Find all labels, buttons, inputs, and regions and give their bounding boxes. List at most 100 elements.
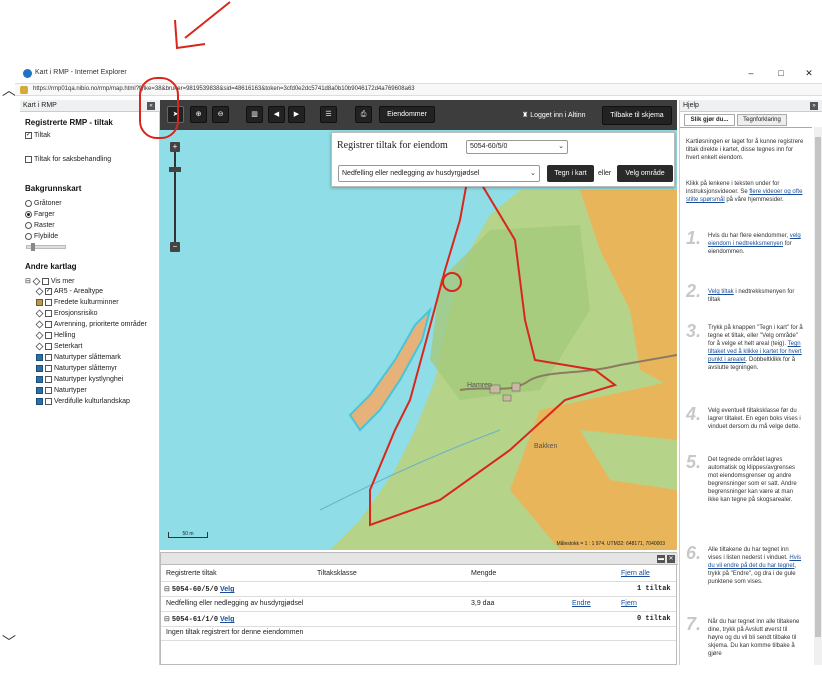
bg-option-farger[interactable]: Farger [25, 211, 55, 218]
layer-group-icon [35, 331, 44, 340]
bg-option-label: Gråtoner [34, 200, 62, 207]
list-icon[interactable]: ☰ [320, 106, 337, 123]
help-text-part: Alle tiltakene du har tegnet inn vises i… [708, 547, 790, 561]
bg-option-flybilde[interactable]: Flybilde [25, 233, 58, 240]
tab-slik-gjor-du[interactable]: Slik gjør du... [684, 114, 735, 126]
layer-group-icon [35, 287, 44, 296]
maximize-button[interactable]: □ [772, 67, 790, 80]
layer-helling[interactable]: Helling [35, 331, 75, 340]
layer-seterkart[interactable]: Seterkart [35, 342, 83, 351]
left-panel: Kart i RMP « Registrerte RMP - tiltak ✓ … [20, 100, 160, 665]
collapse-right-icon[interactable]: » [810, 102, 818, 110]
layer-checkbox[interactable] [41, 277, 49, 285]
step-number: 6. [686, 543, 702, 563]
step-link[interactable]: Velg tiltak [708, 289, 734, 295]
step-text: Det tegnede området lagres automatisk og… [708, 457, 797, 503]
layer-checkbox[interactable] [45, 321, 52, 328]
remove-all-link[interactable]: Fjern alle [621, 570, 650, 577]
saksbehandling-checkbox-row[interactable]: Tiltak for saksbehandling [25, 156, 111, 163]
zoom-minus-icon[interactable]: − [170, 242, 180, 252]
bg-option-label: Farger [34, 211, 55, 218]
minimize-panel-icon[interactable]: ▬ [657, 555, 665, 563]
tab-tegnforklaring[interactable]: Tegnforklaring [737, 114, 787, 126]
layer-checkbox[interactable] [45, 365, 52, 372]
remove-measure-link[interactable]: Fjern [621, 600, 637, 607]
layer-fredete[interactable]: Fredete kulturminner [36, 299, 119, 306]
map-view[interactable]: ➤ ⊕ ⊖ ▥ ◀ ▶ ☰ ⎙ Eiendommer ♜ Logget inn … [160, 100, 677, 550]
group-property: 5054-60/5/0 [171, 586, 219, 594]
close-panel-icon[interactable]: ✕ [667, 555, 675, 563]
back-to-form-button[interactable]: Tilbake til skjema [602, 106, 672, 125]
layer-checkbox[interactable] [45, 299, 52, 306]
help-scrollbar[interactable] [814, 127, 822, 665]
radio-gratoner[interactable] [25, 200, 32, 207]
eiendommer-button[interactable]: Eiendommer [379, 106, 435, 123]
layer-avrenning[interactable]: Avrenning, prioriterte områder [35, 320, 147, 329]
layer-kystlynghei[interactable]: Naturtyper kystlynghei [36, 376, 123, 383]
tree-toggle-icon[interactable]: ⊟ [25, 277, 31, 285]
col-header-klasse: Tiltaksklasse [317, 570, 357, 577]
address-url[interactable]: https://rmp01qa.nibio.no/rmp/map.html?fy… [33, 86, 415, 92]
tiltak-checkbox-row[interactable]: ✓ Tiltak [25, 132, 50, 139]
close-button[interactable]: ✕ [800, 67, 818, 80]
saksbehandling-checkbox[interactable] [25, 156, 32, 163]
help-scroll-thumb[interactable] [815, 137, 821, 637]
layer-group-icon [35, 309, 44, 318]
window-title: Kart i RMP - Internet Explorer [35, 69, 127, 76]
layer-label: Seterkart [54, 343, 83, 350]
select-area-button[interactable]: Velg område [617, 165, 673, 182]
zoom-control[interactable]: + − [169, 142, 181, 252]
print-icon[interactable]: ⎙ [355, 106, 372, 123]
collapse-group-icon[interactable]: ⊟ [164, 616, 170, 623]
zoom-plus-icon[interactable]: + [170, 142, 180, 152]
measure-select[interactable]: Nedfelling eller nedlegging av husdyrgjø… [338, 165, 540, 182]
layer-checkbox[interactable] [45, 343, 52, 350]
layer-checkbox[interactable] [45, 354, 52, 361]
property-select[interactable]: 5054-60/5/0 ⌄ [466, 140, 568, 154]
map-book-icon[interactable]: ▥ [246, 106, 263, 123]
layer-checkbox[interactable] [45, 398, 52, 405]
page-scroll-down-icon[interactable]: ﹀ [2, 632, 16, 652]
slider-knob[interactable] [31, 243, 35, 251]
layer-group-icon [35, 342, 44, 351]
forward-arrow-icon[interactable]: ▶ [288, 106, 305, 123]
map-canvas[interactable] [160, 130, 677, 550]
zoom-in-tool-icon[interactable]: ⊕ [190, 106, 207, 123]
layer-slattemark[interactable]: Naturtyper slåttemark [36, 354, 121, 361]
layer-vis-mer[interactable]: ⊟ Vis mer [25, 277, 74, 285]
layer-checkbox[interactable] [45, 310, 52, 317]
zoom-track[interactable] [174, 152, 176, 242]
address-bar[interactable]: https://rmp01qa.nibio.no/rmp/map.html?fy… [15, 83, 822, 96]
logged-in-text: Logget inn i Altinn [530, 112, 586, 119]
tiltak-label: Tiltak [34, 132, 51, 139]
bg-option-gratoner[interactable]: Gråtoner [25, 200, 62, 207]
layer-checkbox[interactable] [45, 387, 52, 394]
layer-checkbox[interactable]: ✓ [45, 288, 52, 295]
layer-kulturlandskap[interactable]: Verdifulle kulturlandskap [36, 398, 130, 405]
layer-checkbox[interactable] [45, 332, 52, 339]
minimize-button[interactable]: – [742, 67, 760, 80]
radio-farger[interactable] [25, 211, 32, 218]
layer-erosjon[interactable]: Erosjonsrisiko [35, 309, 98, 318]
draw-in-map-button[interactable]: Tegn i kart [547, 165, 594, 182]
radio-raster[interactable] [25, 222, 32, 229]
layer-label: Erosjonsrisiko [54, 310, 98, 317]
zoom-knob[interactable] [169, 167, 181, 172]
group-select-link[interactable]: Velg [220, 586, 234, 593]
tiltak-checkbox[interactable]: ✓ [25, 132, 32, 139]
radio-flybilde[interactable] [25, 233, 32, 240]
opacity-slider[interactable] [26, 243, 66, 251]
zoom-out-tool-icon[interactable]: ⊖ [212, 106, 229, 123]
back-arrow-icon[interactable]: ◀ [268, 106, 285, 123]
layer-slattemyr[interactable]: Naturtyper slåttemyr [36, 365, 117, 372]
layer-naturtyper[interactable]: Naturtyper [36, 387, 87, 394]
layer-checkbox[interactable] [45, 376, 52, 383]
group-select-link[interactable]: Velg [220, 616, 234, 623]
measure-row-name: Nedfelling eller nedlegging av husdyrgjø… [166, 600, 304, 607]
scale-bar: 50 m [168, 532, 208, 538]
edit-measure-link[interactable]: Endre [572, 600, 591, 607]
collapse-group-icon[interactable]: ⊟ [164, 586, 170, 593]
page-scroll-up-icon[interactable]: ︿ [2, 80, 16, 100]
bg-option-raster[interactable]: Raster [25, 222, 55, 229]
layer-ar5[interactable]: ✓ AR5 - Arealtype [35, 287, 103, 296]
